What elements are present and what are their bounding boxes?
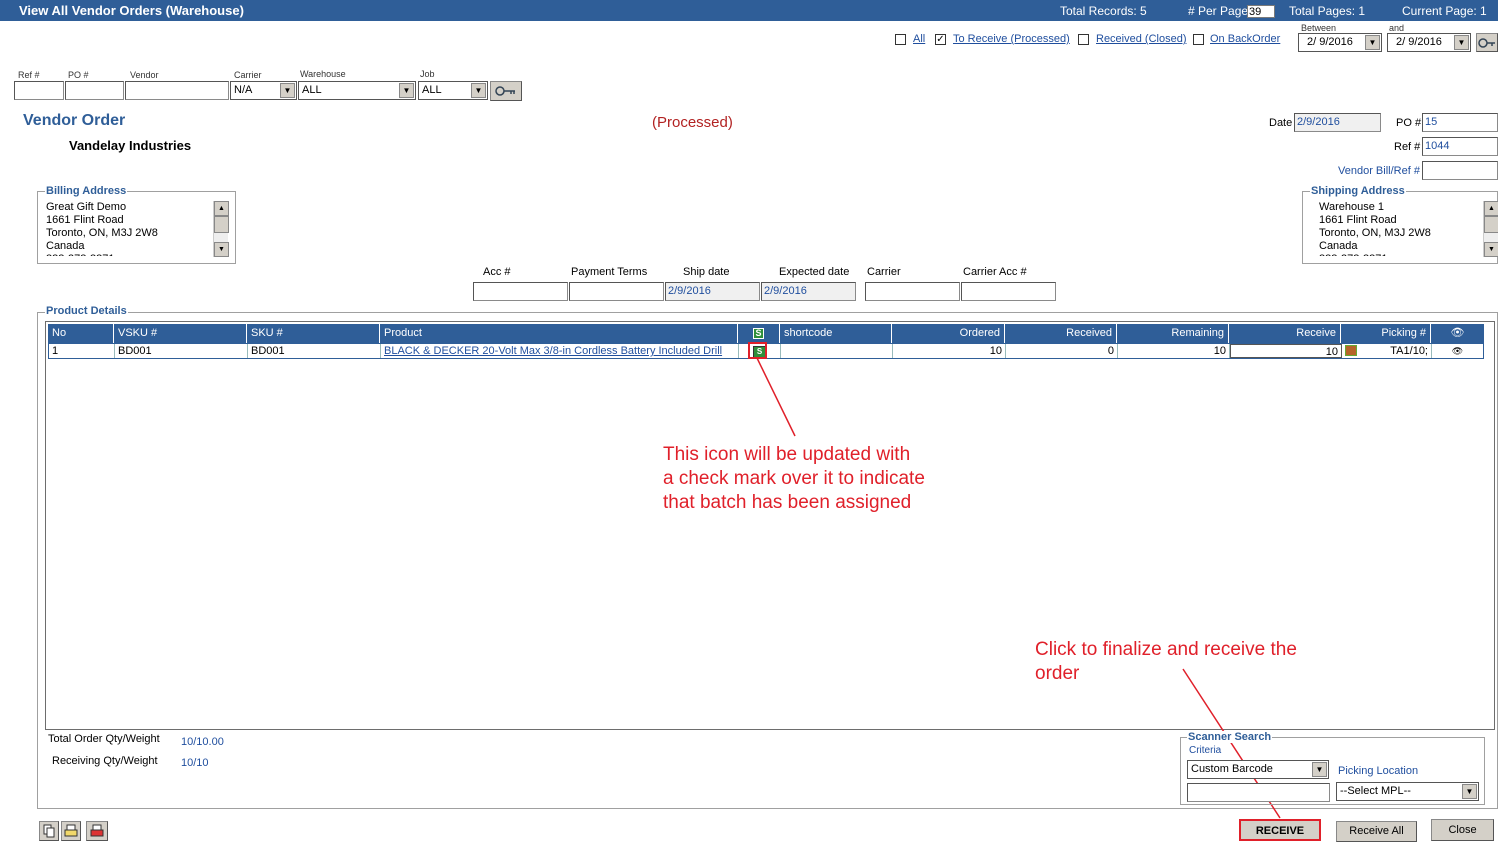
criteria-select[interactable]: Custom Barcode ▼ bbox=[1187, 760, 1329, 779]
mpl-value: --Select MPL-- bbox=[1340, 785, 1411, 797]
annotation-line: a check mark over it to indicate bbox=[663, 468, 925, 489]
annotation-line: that batch has been assigned bbox=[663, 492, 912, 513]
chevron-down-icon[interactable]: ▼ bbox=[1462, 784, 1477, 799]
annotation-line: This icon will be updated with bbox=[663, 444, 911, 465]
receive-annotation: Click to finalize and receive the order bbox=[1035, 638, 1297, 686]
receiving-label: Receiving Qty/Weight bbox=[52, 755, 158, 767]
annotation-line: order bbox=[1035, 663, 1080, 684]
receive-button[interactable]: RECEIVE bbox=[1239, 819, 1321, 841]
mpl-select[interactable]: --Select MPL-- ▼ bbox=[1336, 782, 1479, 801]
copy-icon bbox=[43, 824, 55, 838]
scanner-search-legend: Scanner Search bbox=[1187, 731, 1273, 743]
pdf-icon bbox=[90, 824, 104, 837]
batch-annotation: This icon will be updated with a check m… bbox=[663, 443, 925, 515]
scanner-input[interactable] bbox=[1187, 783, 1330, 802]
print-button[interactable] bbox=[61, 821, 81, 841]
receive-all-button[interactable]: Receive All bbox=[1336, 821, 1417, 842]
annotation-line: Click to finalize and receive the bbox=[1035, 639, 1297, 660]
print-icon bbox=[64, 824, 78, 837]
annotation-arrows bbox=[756, 357, 1281, 819]
receiving-value: 10/10 bbox=[181, 757, 209, 769]
criteria-label: Criteria bbox=[1189, 745, 1222, 756]
close-button[interactable]: Close bbox=[1431, 819, 1494, 841]
chevron-down-icon[interactable]: ▼ bbox=[1312, 762, 1327, 777]
criteria-value: Custom Barcode bbox=[1191, 763, 1273, 775]
pdf-button[interactable] bbox=[86, 821, 108, 841]
copy-button[interactable] bbox=[39, 821, 59, 841]
picking-location-label: Picking Location bbox=[1338, 765, 1419, 777]
total-order-label: Total Order Qty/Weight bbox=[48, 733, 160, 745]
total-order-value: 10/10.00 bbox=[181, 736, 224, 748]
